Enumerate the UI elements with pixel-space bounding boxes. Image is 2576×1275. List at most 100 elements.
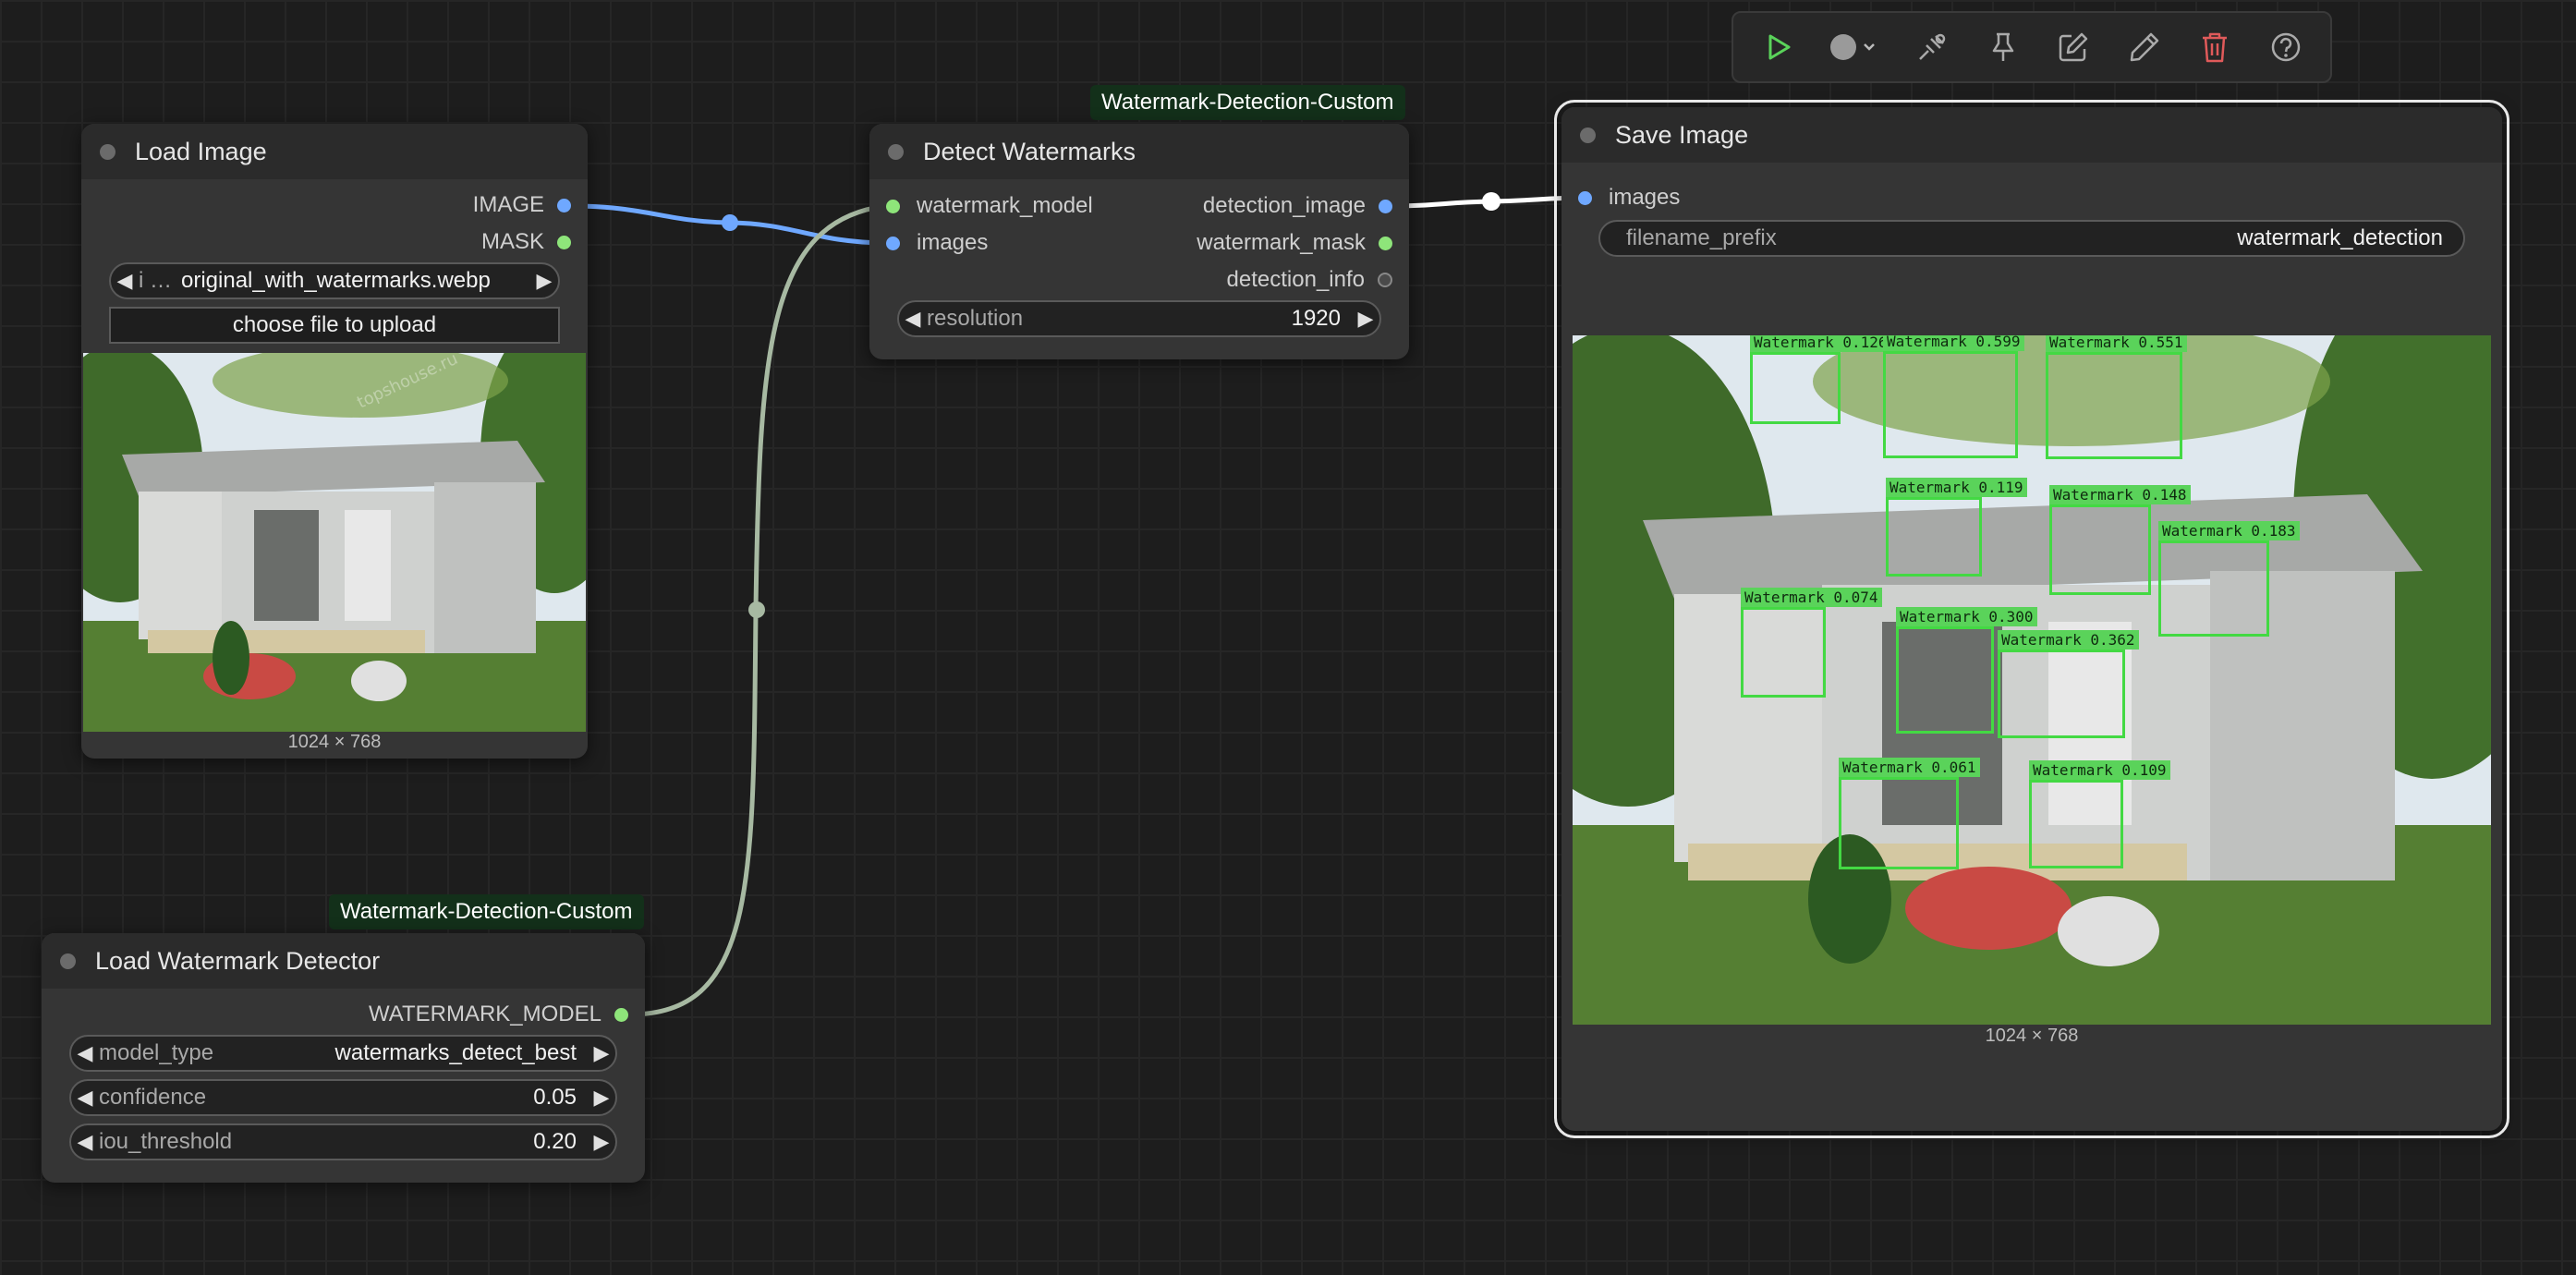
lasso-icon[interactable] [1906, 21, 1958, 73]
play-icon[interactable] [1752, 21, 1804, 73]
socket-icon[interactable] [886, 236, 900, 250]
widget-value: watermarks_detect_best [334, 1040, 577, 1065]
output-label: watermark_mask [1197, 230, 1366, 255]
arrow-right-icon[interactable]: ▶ [530, 269, 558, 293]
input-label: images [1609, 185, 1681, 210]
image-link-midpoint[interactable] [722, 214, 738, 231]
output-label: detection_info [1226, 267, 1365, 292]
detection-label: Watermark 0.109 [2029, 760, 2170, 780]
widget-label: iou_threshold [99, 1129, 233, 1154]
arrow-left-icon[interactable]: ◀ [899, 307, 927, 331]
detection-label: Watermark 0.119 [1886, 478, 2027, 497]
detection-box: Watermark 0.300 [1896, 607, 2037, 734]
house-picture: topshouse.ru [83, 353, 586, 732]
pencil-icon[interactable] [2119, 21, 2170, 73]
output-slot-image[interactable]: IMAGE [473, 188, 571, 222]
load-image-node[interactable]: Load Image IMAGE MASK ◀ i … original_wit… [81, 124, 588, 759]
output-slot-detection-info[interactable]: detection_info [1227, 263, 1392, 297]
output-link-midpoint[interactable] [1482, 192, 1501, 211]
output-slot-mask[interactable]: MASK [481, 225, 571, 259]
detection-label: Watermark 0.148 [2049, 485, 2191, 504]
preview-dimensions: 1024 × 768 [1985, 1026, 2079, 1046]
detect-watermarks-node[interactable]: Detect Watermarks watermark_model images… [869, 124, 1409, 359]
arrow-right-icon[interactable]: ▶ [588, 1086, 615, 1110]
confidence-widget[interactable]: ◀ confidence 0.05 ▶ [69, 1079, 617, 1116]
model-link[interactable] [629, 203, 886, 1017]
input-label: images [917, 230, 989, 255]
input-slot-watermark-model[interactable]: watermark_model [886, 189, 1093, 223]
detection-label: Watermark 0.300 [1896, 607, 2037, 626]
output-label: MASK [480, 229, 544, 254]
detection-box: Watermark 0.148 [2049, 485, 2191, 595]
arrow-right-icon[interactable]: ▶ [588, 1041, 615, 1065]
socket-icon[interactable] [1379, 236, 1392, 250]
socket-icon[interactable] [557, 235, 571, 249]
detection-label: Watermark 0.183 [2158, 521, 2300, 540]
arrow-left-icon[interactable]: ◀ [71, 1041, 99, 1065]
trash-icon[interactable] [2189, 21, 2241, 73]
model-link-midpoint[interactable] [748, 601, 765, 618]
output-slot-detection-image[interactable]: detection_image [1203, 189, 1392, 223]
detection-label: Watermark 0.599 [1883, 335, 2024, 351]
arrow-left-icon[interactable]: ◀ [71, 1086, 99, 1110]
widget-value: watermark_detection [2237, 225, 2443, 250]
socket-icon[interactable] [557, 198, 571, 212]
detection-preview: Watermark 0.126 Watermark 0.599 Watermar… [1573, 335, 2491, 1025]
load-watermark-detector-node[interactable]: Load Watermark Detector WATERMARK_MODEL … [42, 933, 645, 1183]
output-label: IMAGE [472, 192, 544, 217]
collapse-dot-icon[interactable] [888, 144, 904, 160]
node-header[interactable]: Load Watermark Detector [42, 933, 645, 989]
filename-prefix-widget[interactable]: filename_prefix watermark_detection [1598, 220, 2465, 257]
node-title: Load Image [135, 137, 267, 165]
input-slot-images[interactable]: images [1578, 181, 1680, 214]
input-slot-images[interactable]: images [886, 226, 988, 260]
selection-toolbar [1732, 11, 2332, 83]
help-icon[interactable] [2260, 21, 2312, 73]
detection-box: Watermark 0.362 [1998, 630, 2139, 738]
detection-box: Watermark 0.119 [1886, 478, 2027, 577]
socket-icon[interactable] [1578, 190, 1592, 205]
widget-label: filename_prefix [1626, 225, 1777, 250]
detection-box: Watermark 0.126 [1750, 335, 1891, 424]
upload-button[interactable]: choose file to upload [109, 307, 560, 344]
collapse-dot-icon[interactable] [60, 953, 76, 969]
widget-label: confidence [99, 1085, 207, 1110]
preview-dimensions: 1024 × 768 [287, 732, 382, 752]
input-label: watermark_model [917, 193, 1093, 218]
arrow-left-icon[interactable]: ◀ [71, 1130, 99, 1154]
node-badge: Watermark-Detection-Custom [1090, 85, 1405, 120]
edit-icon[interactable] [2047, 21, 2099, 73]
detection-box: Watermark 0.074 [1741, 588, 1882, 698]
combo-value: original_with_watermarks.webp [181, 268, 491, 293]
pin-icon[interactable] [1977, 21, 2029, 73]
socket-icon[interactable] [1378, 273, 1392, 287]
output-slot-watermark-mask[interactable]: watermark_mask [1197, 226, 1392, 260]
detection-box: Watermark 0.183 [2158, 521, 2300, 637]
detection-box: Watermark 0.109 [2029, 760, 2170, 868]
node-header[interactable]: Load Image [81, 124, 588, 179]
socket-icon[interactable] [1379, 199, 1392, 213]
image-link[interactable] [570, 203, 886, 246]
arrow-left-icon[interactable]: ◀ [111, 269, 139, 293]
collapse-dot-icon[interactable] [1580, 128, 1596, 143]
collapse-dot-icon[interactable] [100, 144, 115, 160]
widget-label: resolution [927, 306, 1024, 331]
model-type-widget[interactable]: ◀ model_type watermarks_detect_best ▶ [69, 1035, 617, 1072]
socket-icon[interactable] [614, 1007, 628, 1022]
socket-icon[interactable] [886, 199, 900, 213]
save-image-node[interactable]: Save Image images filename_prefix waterm… [1554, 100, 2509, 1138]
arrow-right-icon[interactable]: ▶ [1352, 307, 1379, 331]
output-label: WATERMARK_MODEL [368, 1002, 601, 1026]
iou-threshold-widget[interactable]: ◀ iou_threshold 0.20 ▶ [69, 1123, 617, 1160]
detection-label: Watermark 0.061 [1839, 758, 1980, 777]
resolution-widget[interactable]: ◀ resolution 1920 ▶ [897, 300, 1381, 337]
output-slot-watermark-model[interactable]: WATERMARK_MODEL [369, 998, 628, 1031]
widget-value: 1920 [1291, 306, 1341, 331]
widget-value: 0.05 [533, 1085, 577, 1110]
node-header[interactable]: Detect Watermarks [869, 124, 1409, 179]
node-title: Load Watermark Detector [95, 946, 381, 975]
record-dropdown-icon[interactable] [1823, 21, 1888, 73]
image-combo[interactable]: ◀ i … original_with_watermarks.webp ▶ [109, 262, 560, 299]
arrow-right-icon[interactable]: ▶ [588, 1130, 615, 1154]
node-header[interactable]: Save Image [1561, 107, 2502, 163]
